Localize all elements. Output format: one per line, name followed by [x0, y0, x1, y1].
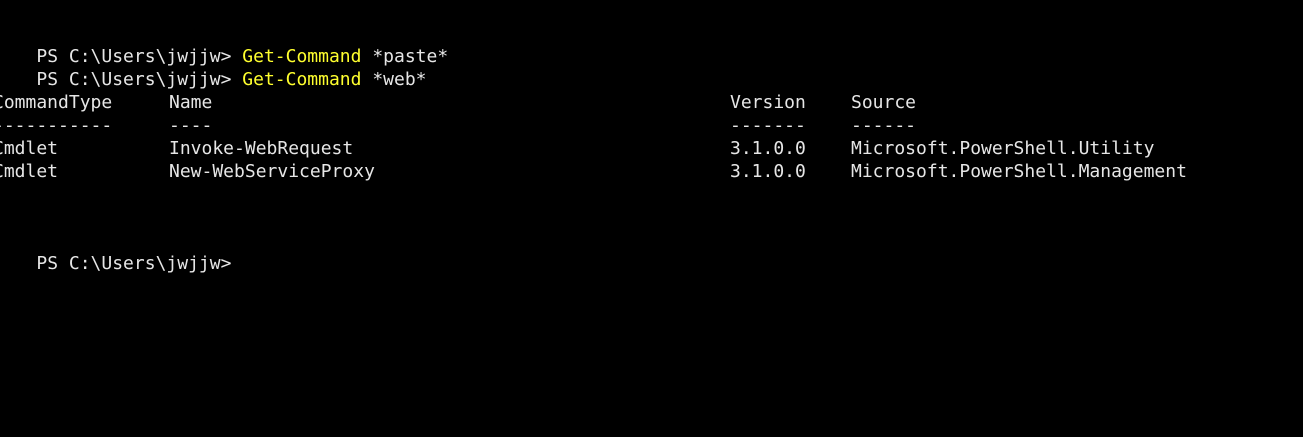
history-line-1: PS C:\Users\jwjjw> Get-Command *paste* [0, 22, 1303, 67]
separator-version: ------- [730, 115, 806, 136]
cell-version: 3.1.0.0 [730, 161, 806, 182]
cell-version: 3.1.0.0 [730, 138, 806, 159]
header-version: Version [730, 92, 806, 113]
cell-name: New-WebServiceProxy [169, 161, 375, 182]
console-output[interactable]: PS C:\Users\jwjjw> Get-Command *paste* P… [0, 22, 1303, 437]
prompt: PS C:\Users\jwjjw> [36, 253, 232, 274]
table-header-row: CommandType Name Version Source [0, 91, 1303, 114]
separator-source: ------ [851, 115, 917, 136]
header-source: Source [851, 92, 917, 113]
current-prompt-line[interactable]: PS C:\Users\jwjjw> [0, 229, 1303, 274]
table-separator-row: ----------- ---- ------- ------ [0, 114, 1303, 137]
cell-commandtype: Cmdlet [0, 161, 59, 182]
header-commandtype: CommandType [0, 92, 113, 113]
table-row: Cmdlet Invoke-WebRequest 3.1.0.0 Microso… [0, 137, 1303, 160]
history-line-2: PS C:\Users\jwjjw> Get-Command *web* [0, 45, 1303, 90]
cell-source: Microsoft.PowerShell.Management [851, 161, 1187, 182]
separator-commandtype: ----------- [0, 115, 113, 136]
header-name: Name [169, 92, 213, 113]
cell-commandtype: Cmdlet [0, 138, 59, 159]
separator-name: ---- [169, 115, 213, 136]
table-row: Cmdlet New-WebServiceProxy 3.1.0.0 Micro… [0, 160, 1303, 183]
cell-name: Invoke-WebRequest [169, 138, 354, 159]
cell-source: Microsoft.PowerShell.Utility [851, 138, 1155, 159]
